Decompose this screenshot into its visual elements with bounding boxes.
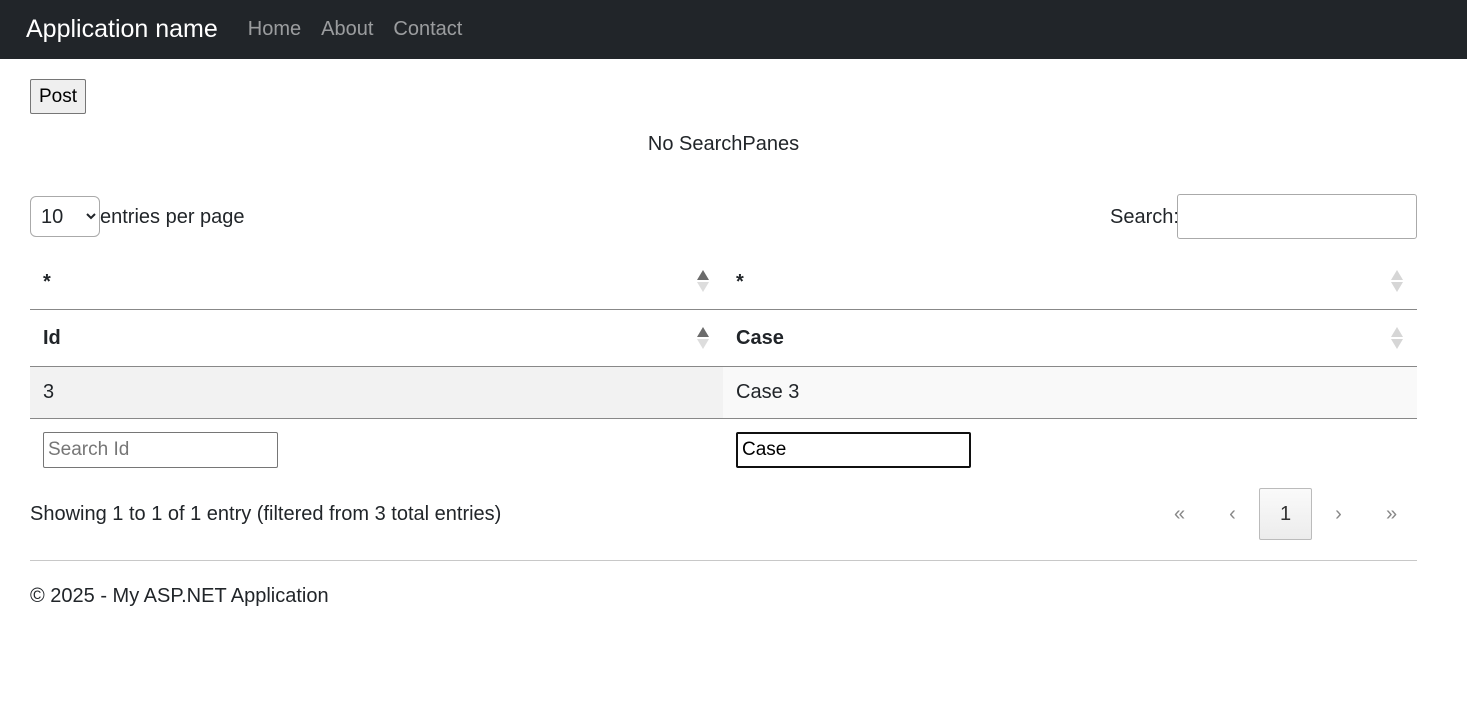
footer-divider xyxy=(30,560,1417,561)
sort-icon xyxy=(1391,326,1403,350)
entries-per-page-label: entries per page xyxy=(100,206,245,228)
column-header-id[interactable]: Id xyxy=(30,310,723,366)
search-panes-message: No SearchPanes xyxy=(647,133,800,155)
search-label: Search: xyxy=(1110,206,1179,228)
post-button[interactable]: Post xyxy=(30,79,86,114)
column-header-label: Id xyxy=(43,326,61,349)
brand-link[interactable]: Application name xyxy=(26,15,218,44)
data-table: * * Id Case 3 Case 3 xyxy=(30,253,1417,481)
table-cell-case: Case 3 xyxy=(723,367,1417,418)
page-1-button[interactable]: 1 xyxy=(1259,488,1312,540)
search-case-input[interactable] xyxy=(736,432,971,468)
group-header-case[interactable]: * xyxy=(723,253,1417,309)
filter-cell-id xyxy=(30,419,723,481)
previous-page-button[interactable]: ‹ xyxy=(1206,488,1259,540)
group-header-label: * xyxy=(43,270,51,293)
column-header-label: Case xyxy=(736,326,784,349)
nav-about-link[interactable]: About xyxy=(321,18,373,41)
sort-asc-icon xyxy=(697,326,709,350)
group-header-label: * xyxy=(736,270,744,293)
first-page-button[interactable]: « xyxy=(1153,488,1206,540)
group-header-row: * * xyxy=(30,253,1417,310)
nav-contact-link[interactable]: Contact xyxy=(393,18,462,41)
column-filter-row xyxy=(30,419,1417,481)
table-row: 3 Case 3 xyxy=(30,367,1417,419)
last-page-button[interactable]: » xyxy=(1365,488,1418,540)
next-page-button[interactable]: › xyxy=(1312,488,1365,540)
nav-home-link[interactable]: Home xyxy=(248,18,301,41)
table-cell-id: 3 xyxy=(30,367,723,418)
navbar: Application name Home About Contact xyxy=(0,0,1467,59)
search-input[interactable] xyxy=(1177,194,1417,239)
column-header-row: Id Case xyxy=(30,310,1417,367)
footer-text: © 2025 - My ASP.NET Application xyxy=(30,585,329,607)
group-header-id[interactable]: * xyxy=(30,253,723,309)
sort-asc-icon xyxy=(697,269,709,293)
search-id-input[interactable] xyxy=(43,432,278,468)
pagination: « ‹ 1 › » xyxy=(1153,488,1418,540)
sort-icon xyxy=(1391,269,1403,293)
column-header-case[interactable]: Case xyxy=(723,310,1417,366)
table-info: Showing 1 to 1 of 1 entry (filtered from… xyxy=(30,503,502,525)
entries-per-page-select[interactable]: 10 xyxy=(30,196,100,237)
filter-cell-case xyxy=(723,419,1417,481)
